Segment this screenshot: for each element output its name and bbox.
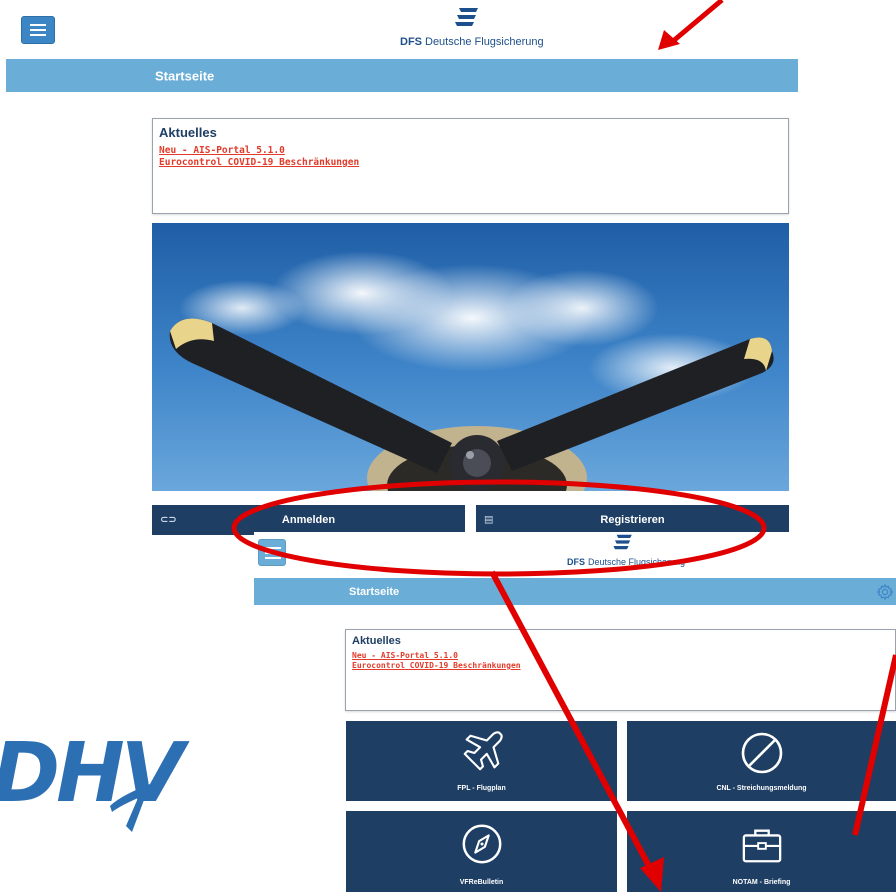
menu-button-2[interactable] (258, 539, 286, 566)
page-title: Startseite (349, 585, 400, 598)
brand-name: Deutsche Flugsicherung (588, 557, 686, 567)
tile-notam-briefing[interactable]: NOTAM - Briefing (627, 811, 896, 892)
hero-image (152, 223, 789, 491)
gear-icon[interactable] (876, 583, 894, 601)
news-title: Aktuelles (159, 125, 217, 140)
prohibited-icon (741, 732, 782, 774)
page-title: Startseite (155, 68, 215, 83)
brand-name: Deutsche Flugsicherung (425, 36, 544, 48)
propeller-illustration (169, 318, 774, 491)
tile-cnl-streichungsmeldung[interactable]: CNL - Streichungsmeldung (627, 721, 896, 801)
news-link-covid[interactable]: Eurocontrol COVID-19 Beschränkungen (352, 661, 521, 670)
register-button[interactable]: ▤ Registrieren (476, 505, 789, 535)
hamburger-icon (30, 24, 46, 26)
news-link-portal[interactable]: Neu - AIS-Portal 5.1.0 (352, 651, 458, 660)
red-arrow-top (658, 0, 724, 50)
brand-abbr: DFS (400, 36, 422, 48)
login-button[interactable]: ⊂⊃ Anmelden (152, 505, 465, 535)
news-link-portal[interactable]: Neu - AIS-Portal 5.1.0 (159, 145, 285, 156)
dfs-logo-icon (613, 534, 632, 550)
hamburger-icon (265, 547, 281, 549)
dfs-logo-2: DFS Deutsche Flugsicherung (567, 533, 687, 571)
compass-icon (462, 824, 501, 864)
dhv-swoosh (110, 784, 150, 832)
dhv-logo: DHV (0, 726, 184, 836)
briefcase-icon (742, 829, 781, 863)
tile-vfrebulletin[interactable]: VFReBulletin (346, 811, 617, 892)
dfs-logo: DFS Deutsche Flugsicherung (400, 6, 544, 50)
menu-button[interactable] (21, 16, 55, 44)
news-link-covid[interactable]: Eurocontrol COVID-19 Beschränkungen (159, 157, 359, 168)
dfs-logo-icon (455, 8, 478, 26)
brand-abbr: DFS (567, 557, 585, 567)
title-bar: Startseite (6, 59, 798, 92)
tile-fpl-flugplan[interactable]: FPL - Flugplan (346, 721, 617, 801)
title-bar-2: Startseite (254, 578, 896, 605)
news-box-2: Aktuelles Neu - AIS-Portal 5.1.0 Eurocon… (345, 629, 896, 711)
news-title: Aktuelles (352, 635, 401, 647)
news-box: Aktuelles Neu - AIS-Portal 5.1.0 Eurocon… (152, 118, 789, 214)
airplane-icon (463, 731, 503, 771)
